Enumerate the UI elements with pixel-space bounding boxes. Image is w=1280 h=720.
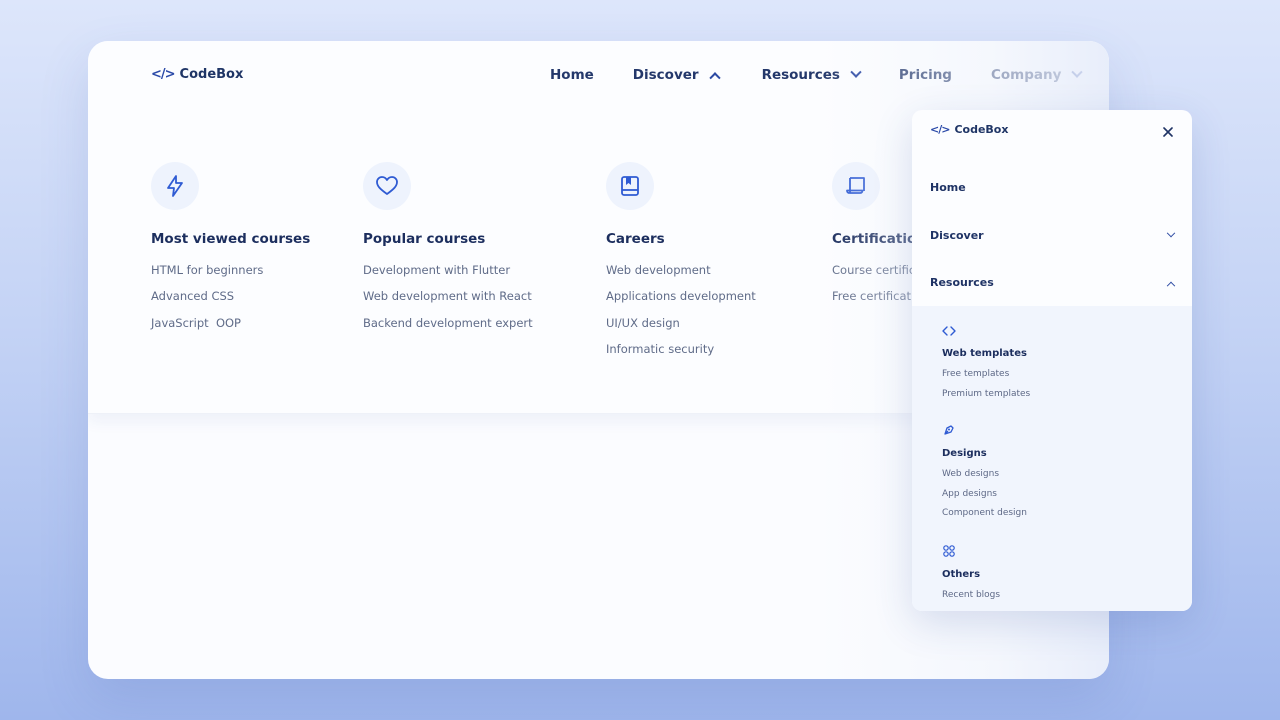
resource-group-title: Others bbox=[942, 569, 981, 580]
resource-link[interactable]: Premium templates bbox=[942, 389, 1030, 409]
close-icon[interactable] bbox=[1162, 123, 1174, 137]
grid-icon bbox=[942, 543, 1000, 562]
resource-group-designs: Designs Web designs App designs Componen… bbox=[942, 422, 1027, 528]
mobile-nav-label: Resources bbox=[930, 276, 994, 289]
resource-link[interactable]: Recent blogs bbox=[942, 590, 1000, 610]
nav-home-label: Home bbox=[550, 67, 594, 83]
chevron-up-icon bbox=[1166, 281, 1176, 290]
menu-link[interactable]: Advanced CSS bbox=[151, 289, 310, 315]
book-icon bbox=[606, 162, 654, 210]
menu-link[interactable]: UI/UX design bbox=[606, 316, 756, 342]
resource-link[interactable]: Component design bbox=[942, 508, 1027, 528]
nav-resources-label: Resources bbox=[761, 67, 840, 83]
menu-link[interactable]: Backend development expert bbox=[363, 316, 533, 342]
resource-group-title: Designs bbox=[942, 448, 987, 459]
menu-column-careers: Careers Web development Applications dev… bbox=[606, 162, 756, 368]
menu-link[interactable]: Informatic security bbox=[606, 342, 756, 368]
nav-discover-label: Discover bbox=[632, 67, 699, 83]
lightning-icon bbox=[151, 162, 199, 210]
mobile-menu-panel: </> CodeBox Home Discover Resources Web … bbox=[912, 110, 1192, 611]
menu-column-title: Popular courses bbox=[363, 231, 486, 247]
menu-column-popular: Popular courses Development with Flutter… bbox=[363, 162, 533, 342]
resource-group-title: Web templates bbox=[942, 348, 1027, 359]
main-nav: Home Discover Resources Pricing Company bbox=[550, 66, 1084, 84]
menu-column-title: Most viewed courses bbox=[151, 231, 311, 247]
mobile-nav-label: Home bbox=[930, 181, 966, 194]
resource-link[interactable]: Free templates bbox=[942, 369, 1030, 389]
resource-group-others: Others Recent blogs bbox=[942, 543, 1000, 610]
mobile-nav-label: Discover bbox=[930, 229, 984, 242]
chevron-up-icon bbox=[708, 72, 721, 84]
nav-resources[interactable]: Resources bbox=[761, 66, 862, 83]
code-brackets-icon: </> bbox=[151, 67, 176, 82]
nav-pricing[interactable]: Pricing bbox=[899, 67, 952, 83]
menu-link[interactable]: HTML for beginners bbox=[151, 263, 310, 289]
resource-link[interactable]: App designs bbox=[942, 489, 1027, 509]
mobile-nav-home[interactable]: Home bbox=[930, 181, 1174, 194]
resource-link[interactable]: Web designs bbox=[942, 469, 1027, 489]
menu-link[interactable]: JavaScript OOP bbox=[151, 316, 310, 342]
code-brackets-icon: </> bbox=[930, 123, 950, 136]
menu-link[interactable]: Web development bbox=[606, 263, 756, 289]
menu-column-most-viewed: Most viewed courses HTML for beginners A… bbox=[151, 162, 310, 342]
heart-icon bbox=[363, 162, 411, 210]
nav-discover[interactable]: Discover bbox=[632, 67, 721, 84]
brand-logo[interactable]: </> CodeBox bbox=[930, 123, 1008, 136]
menu-column-title: Careers bbox=[606, 231, 665, 247]
resource-group-web-templates: Web templates Free templates Premium tem… bbox=[942, 322, 1030, 408]
mobile-nav-discover[interactable]: Discover bbox=[930, 228, 1176, 242]
menu-link[interactable]: Web development with React bbox=[363, 289, 533, 315]
chevron-down-icon bbox=[850, 66, 862, 78]
brand-name: CodeBox bbox=[954, 123, 1009, 136]
nav-pricing-label: Pricing bbox=[898, 67, 952, 83]
brand-logo[interactable]: </> CodeBox bbox=[151, 67, 243, 82]
chevron-down-icon bbox=[1166, 228, 1176, 237]
scroll-icon bbox=[832, 162, 880, 210]
nav-home[interactable]: Home bbox=[550, 67, 594, 83]
resources-submenu: Web templates Free templates Premium tem… bbox=[912, 306, 1192, 611]
mobile-nav-resources[interactable]: Resources bbox=[930, 276, 1176, 290]
pen-icon bbox=[942, 422, 1027, 441]
menu-link[interactable]: Applications development bbox=[606, 289, 756, 315]
code-icon bbox=[942, 322, 1030, 341]
menu-link[interactable]: Development with Flutter bbox=[363, 263, 533, 289]
nav-company[interactable]: Company bbox=[990, 66, 1084, 83]
brand-name: CodeBox bbox=[179, 67, 244, 82]
nav-company-label: Company bbox=[990, 67, 1062, 83]
chevron-down-icon bbox=[1071, 66, 1084, 78]
